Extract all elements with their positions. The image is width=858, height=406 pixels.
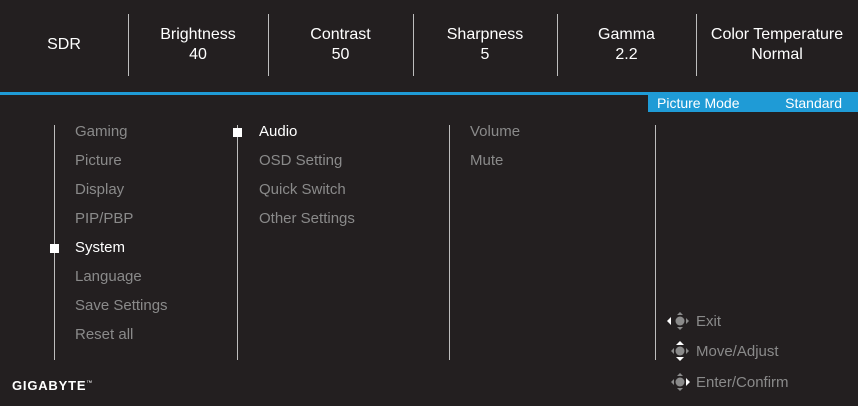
status-sharpness-value: 5 (480, 46, 490, 63)
brand-name: GIGABYTE (12, 378, 87, 393)
status-divider (413, 14, 414, 76)
joystick-up-down-icon (671, 341, 689, 361)
submenu-item-quick-switch[interactable]: Quick Switch (259, 181, 346, 199)
status-contrast: Contrast 50 (268, 0, 413, 90)
status-gamma: Gamma 2.2 (557, 0, 696, 90)
submenu-item-other-settings[interactable]: Other Settings (259, 210, 355, 228)
submenu-item-osd-setting[interactable]: OSD Setting (259, 152, 342, 170)
status-contrast-label: Contrast (310, 26, 371, 43)
status-gamma-value: 2.2 (615, 46, 638, 63)
picture-mode-value: Standard (785, 95, 842, 111)
menu-item-display[interactable]: Display (75, 181, 124, 199)
menu-item-reset-all[interactable]: Reset all (75, 326, 133, 344)
status-gamma-label: Gamma (598, 26, 655, 43)
menu-item-save-settings[interactable]: Save Settings (75, 297, 168, 315)
status-color-temperature-value: Normal (751, 46, 803, 63)
joystick-left-icon (667, 312, 689, 330)
menu-item-picture[interactable]: Picture (75, 152, 122, 170)
hint-exit: Exit (666, 310, 721, 332)
column-divider (655, 125, 656, 360)
status-divider (268, 14, 269, 76)
hint-enter-confirm: Enter/Confirm (666, 371, 789, 393)
column-divider (54, 125, 55, 360)
column-divider (449, 125, 450, 360)
picture-mode-tag: Picture Mode Standard (648, 95, 858, 112)
audio-item-mute[interactable]: Mute (470, 152, 503, 170)
status-divider (128, 14, 129, 76)
column-divider (237, 125, 238, 360)
status-brightness-label: Brightness (160, 26, 236, 43)
hint-move-adjust-label: Move/Adjust (696, 342, 779, 360)
status-brightness-value: 40 (189, 46, 207, 63)
status-color-temperature: Color Temperature Normal (696, 0, 858, 90)
status-color-temperature-label: Color Temperature (710, 26, 844, 43)
selected-marker (233, 128, 242, 137)
hint-exit-label: Exit (696, 312, 722, 330)
status-sdr-label: SDR (47, 36, 81, 53)
status-sharpness: Sharpness 5 (413, 0, 557, 90)
status-sharpness-label: Sharpness (446, 26, 524, 43)
status-divider (557, 14, 558, 76)
hint-enter-confirm-label: Enter/Confirm (696, 373, 789, 391)
menu-item-pip-pbp[interactable]: PIP/PBP (75, 210, 133, 228)
selected-marker (50, 244, 59, 253)
hint-move-adjust: Move/Adjust (666, 340, 779, 362)
audio-item-volume[interactable]: Volume (470, 123, 520, 141)
status-sdr: SDR (0, 0, 128, 90)
menu-item-system[interactable]: System (75, 239, 125, 257)
trademark-mark: ™ (86, 380, 93, 387)
menu-item-gaming[interactable]: Gaming (75, 123, 128, 141)
status-contrast-value: 50 (331, 46, 350, 63)
submenu-item-audio[interactable]: Audio (259, 123, 297, 141)
status-brightness: Brightness 40 (128, 0, 268, 90)
joystick-right-icon (671, 373, 690, 391)
status-divider (696, 14, 697, 76)
menu-item-language[interactable]: Language (75, 268, 142, 286)
picture-mode-label: Picture Mode (657, 95, 740, 111)
gigabyte-logo: GIGABYTE™ (12, 378, 92, 393)
